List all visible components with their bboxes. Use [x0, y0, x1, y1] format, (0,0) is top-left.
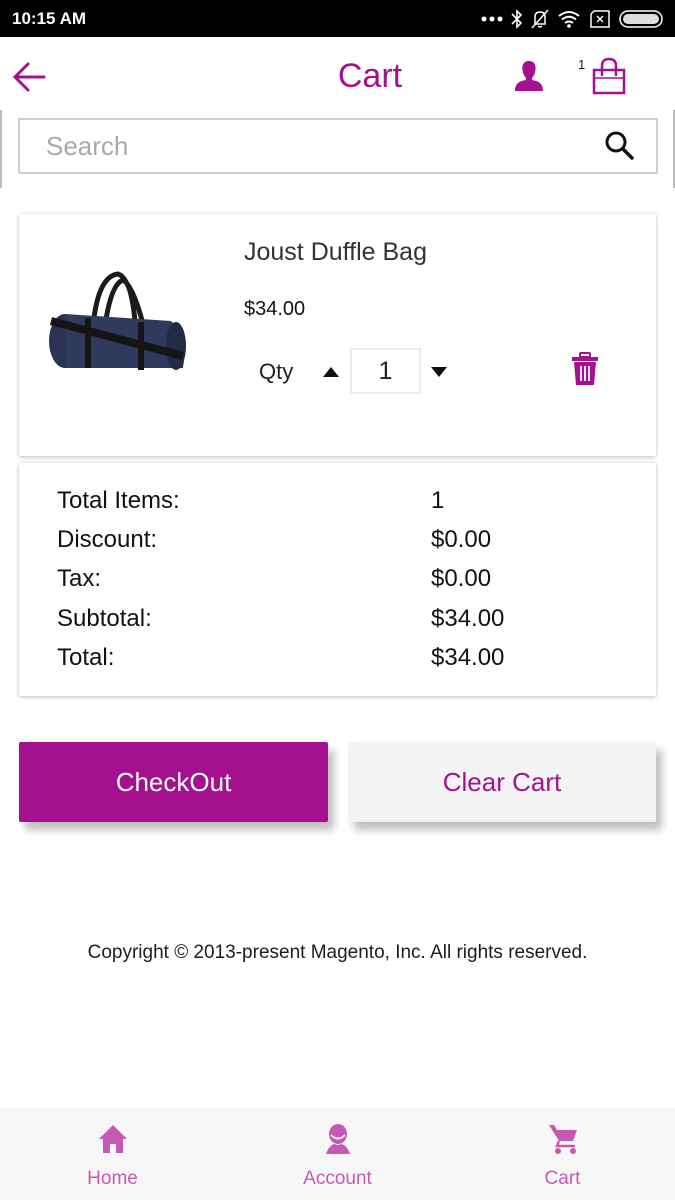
search-bar: [18, 118, 658, 174]
home-icon: [98, 1125, 127, 1153]
clear-cart-button[interactable]: Clear Cart: [348, 742, 656, 822]
product-price: $34.00: [244, 298, 306, 320]
qty-label: Qty: [259, 359, 294, 384]
summary-value: $34.00: [431, 644, 505, 671]
qty-decrease-icon[interactable]: [430, 364, 448, 380]
cart-icon: [548, 1125, 577, 1154]
nav-label: Home: [87, 1168, 138, 1189]
sim-off-icon: [590, 9, 610, 28]
search-input[interactable]: [20, 120, 602, 172]
nav-item-home[interactable]: Home: [0, 1108, 225, 1200]
status-bar: 10:15 AM: [0, 0, 675, 37]
summary-value: $34.00: [431, 605, 505, 632]
account-icon: [325, 1124, 350, 1154]
summary-label: Subtotal:: [57, 605, 152, 632]
trash-icon[interactable]: [571, 352, 599, 386]
status-icons: [481, 8, 663, 29]
qty-increase-icon[interactable]: [322, 364, 340, 380]
battery-icon: [619, 9, 663, 28]
more-dots-icon: [481, 16, 503, 21]
nav-item-account[interactable]: Account: [225, 1108, 450, 1200]
summary-label: Tax:: [57, 565, 102, 592]
shopping-bag-icon[interactable]: [591, 57, 627, 95]
quantity-field[interactable]: 1: [350, 348, 421, 394]
cart-item-card: Joust Duffle Bag $34.00 Qty 1: [19, 214, 656, 456]
summary-label: Total:: [57, 644, 115, 671]
cart-badge-count: 1: [578, 57, 586, 72]
checkout-button[interactable]: CheckOut: [19, 742, 328, 822]
summary-value: $0.00: [431, 565, 492, 592]
person-icon[interactable]: [512, 59, 546, 93]
nav-label: Account: [303, 1168, 372, 1189]
page-title-wrap: Cart: [0, 57, 675, 96]
product-name[interactable]: Joust Duffle Bag: [244, 238, 427, 267]
notifications-off-icon: [531, 9, 549, 28]
nav-item-cart[interactable]: Cart: [450, 1108, 675, 1200]
order-summary-card: Total Items: 1 Discount: $0.00 Tax: $0.0…: [19, 463, 656, 696]
bluetooth-icon: [511, 8, 523, 29]
bottom-navigation: Home Account Cart: [0, 1108, 675, 1200]
page-title: Cart: [337, 57, 403, 95]
left-edge-divider: [0, 110, 2, 188]
product-image[interactable]: [43, 266, 193, 376]
app-bar: Cart 1: [0, 37, 675, 117]
summary-label: Discount:: [57, 526, 158, 553]
summary-value: $0.00: [431, 526, 492, 553]
nav-label: Cart: [544, 1168, 581, 1189]
wifi-icon: [558, 10, 580, 28]
search-icon[interactable]: [602, 128, 638, 164]
summary-label: Total Items:: [57, 487, 180, 514]
status-time: 10:15 AM: [12, 8, 87, 28]
copyright-text: Copyright © 2013-present Magento, Inc. A…: [87, 942, 588, 963]
summary-value: 1: [431, 487, 445, 514]
